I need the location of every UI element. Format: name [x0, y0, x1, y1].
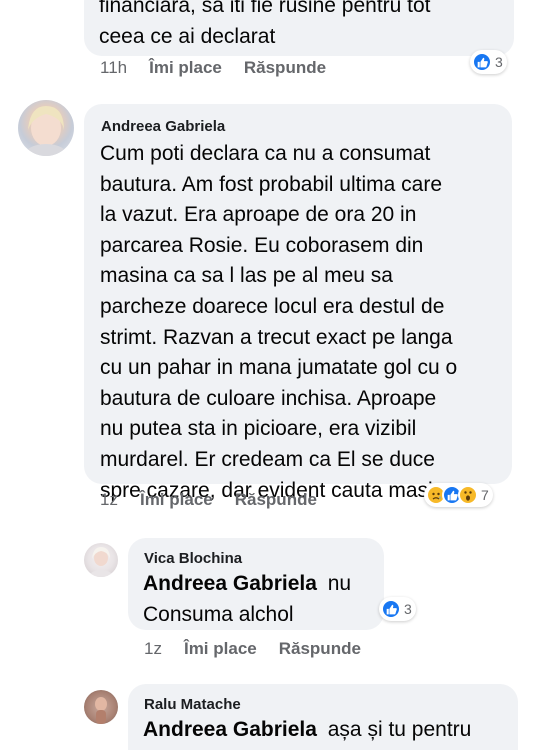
reply-actions: 1z Îmi place Răspunde — [144, 639, 383, 659]
reply-text: Andreea Gabriela așa și tu pentru — [143, 715, 471, 746]
reply-text-line: Consuma alchol — [143, 602, 294, 626]
reaction-summary[interactable]: 3 — [379, 597, 416, 621]
comment-text-line: financiara, sa iti fie rusine pentru tot — [99, 0, 431, 17]
like-icon — [472, 52, 492, 72]
avatar-image — [89, 547, 113, 577]
reply-button[interactable]: Răspunde — [235, 490, 317, 510]
reply-text: Andreea Gabriela nu Consuma alchol — [143, 569, 351, 630]
like-button[interactable]: Îmi place — [149, 58, 222, 78]
reaction-summary[interactable]: 7 — [424, 483, 493, 507]
comment-bubble: Andreea Gabriela Cum poti declara ca nu … — [84, 104, 512, 502]
reply-bubble: Ralu Matache Andreea Gabriela așa și tu … — [128, 684, 518, 750]
comment-text-line: strimt. Razvan a trecut exact pe langa — [100, 325, 453, 349]
comment-time[interactable]: 1z — [100, 490, 118, 510]
comment-text-line: parcarea Rosie. Eu coborasem din — [100, 233, 424, 257]
reply-text-fragment: nu — [327, 572, 352, 595]
comment-text-line: nu putea sta in picioare, era vizibil — [100, 417, 417, 441]
like-icon — [381, 599, 401, 619]
comment-actions: 11h Îmi place Răspunde — [100, 58, 348, 78]
comment-text-line: bautura. Am fost probabil ultima care — [100, 172, 443, 196]
mention-link[interactable]: Andreea Gabriela — [143, 572, 317, 595]
reply-button[interactable]: Răspunde — [244, 58, 326, 78]
reaction-summary[interactable]: 3 — [470, 50, 507, 74]
comment-text-line: masina ca sa l las pe al meu sa — [100, 264, 393, 288]
avatar[interactable] — [84, 543, 118, 577]
reply-time[interactable]: 1z — [144, 639, 162, 659]
like-button[interactable]: Îmi place — [140, 490, 213, 510]
comment-time[interactable]: 11h — [100, 58, 127, 78]
comment-author[interactable]: Andreea Gabriela — [101, 118, 225, 135]
reaction-count: 7 — [481, 487, 489, 503]
reply-text-fragment: așa și tu pentru — [327, 718, 472, 741]
wow-icon — [458, 485, 478, 505]
comment-text-line: parcheze doarece locul era destul de — [100, 294, 445, 318]
avatar[interactable] — [18, 100, 74, 156]
comment-text-line: la vazut. Era aproape de ora 20 in — [100, 203, 417, 227]
reply-author[interactable]: Vica Blochina — [144, 550, 242, 567]
avatar-image — [95, 697, 107, 724]
comment-text-line: murdarel. Er credeam ca El se duce — [100, 447, 435, 471]
comment-text-line: cu un pahar in mana jumatate gol cu o — [100, 356, 458, 380]
comment-text-line: Cum poti declara ca nu a consumat — [100, 142, 431, 165]
reply-bubble: Vica Blochina Andreea Gabriela nu Consum… — [128, 538, 384, 630]
reaction-count: 3 — [495, 54, 503, 70]
comment-bubble: financiara, sa iti fie rusine pentru tot… — [84, 0, 514, 56]
reaction-count: 3 — [404, 601, 412, 617]
comment-text-line: ceea ce ai declarat — [99, 24, 276, 48]
reply-button[interactable]: Răspunde — [279, 639, 361, 659]
comment-text-line: bautura de culoare inchisa. Aproape — [100, 386, 437, 410]
avatar[interactable] — [84, 690, 118, 724]
avatar-image — [24, 106, 68, 156]
like-button[interactable]: Îmi place — [184, 639, 257, 659]
reply-author[interactable]: Ralu Matache — [144, 696, 241, 713]
mention-link[interactable]: Andreea Gabriela — [143, 718, 317, 741]
comment-text: Cum poti declara ca nu a consumat bautur… — [100, 139, 457, 506]
comment-actions: 1z Îmi place Răspunde — [100, 490, 339, 510]
comment-text: financiara, sa iti fie rusine pentru tot… — [99, 0, 431, 52]
